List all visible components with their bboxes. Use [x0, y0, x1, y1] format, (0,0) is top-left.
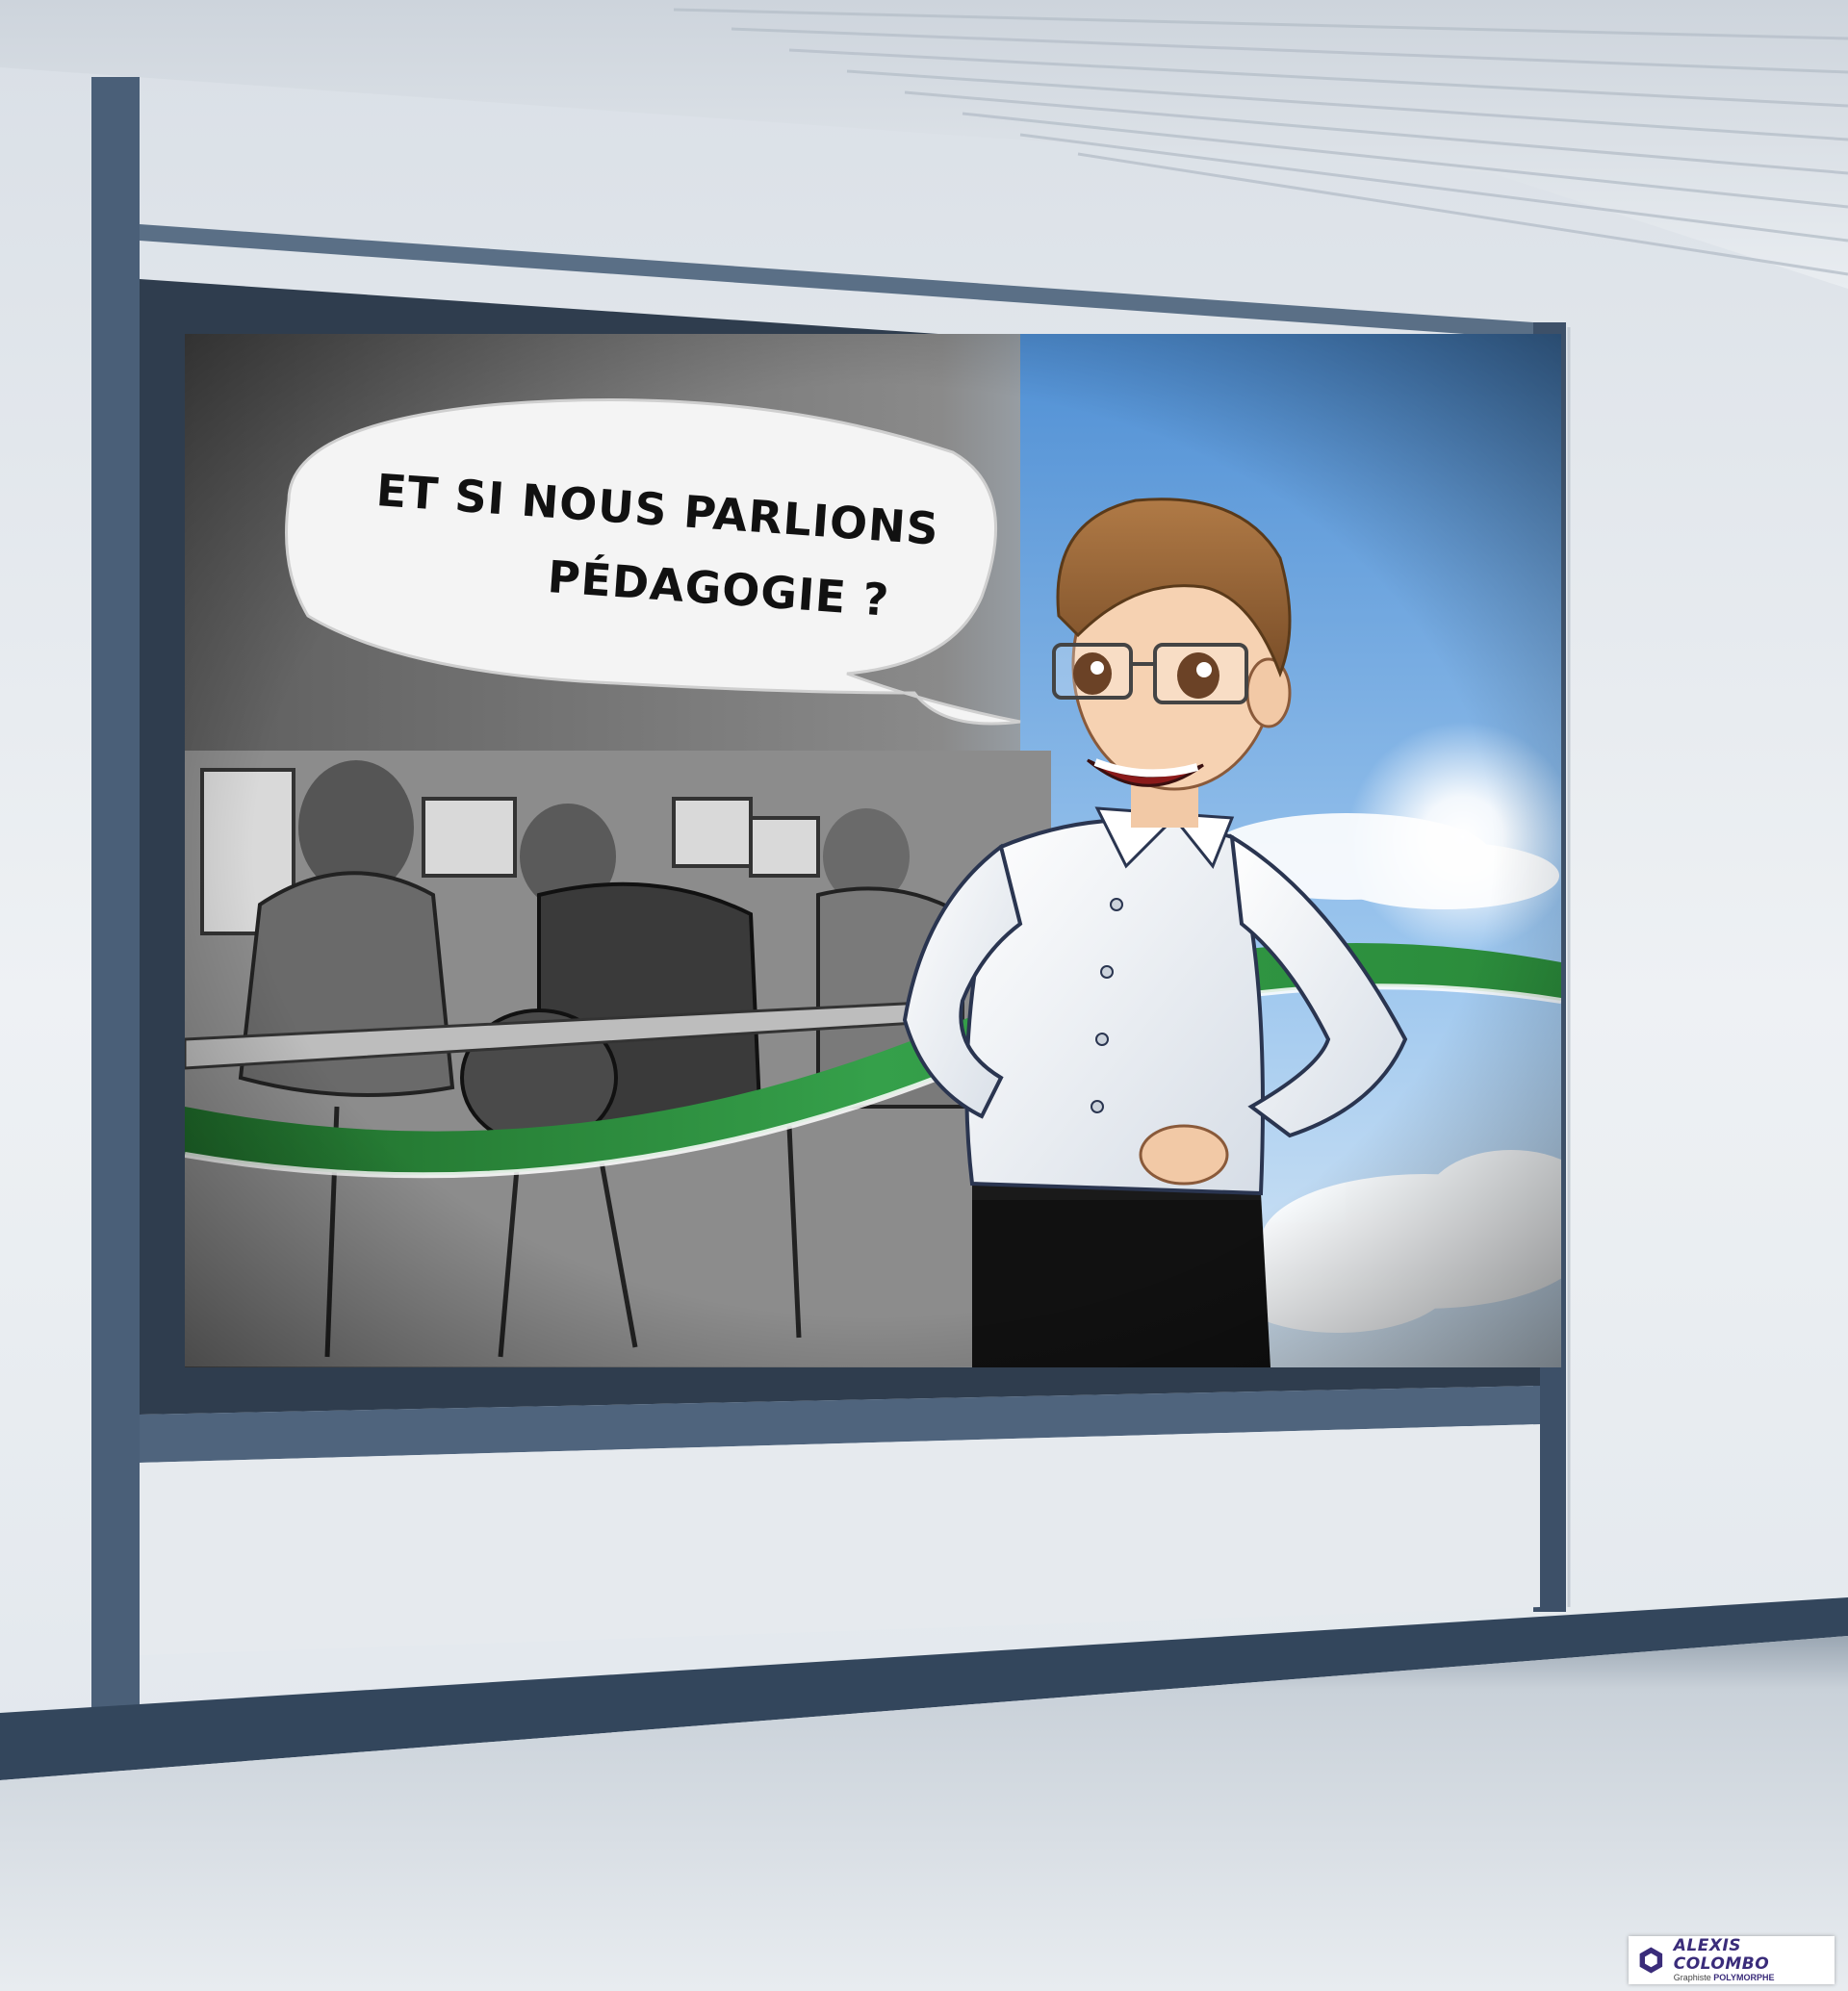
credit-role: Graphiste POLYMORPHE — [1673, 1972, 1827, 1983]
left-column — [91, 77, 140, 1713]
credit-role-prefix: Graphiste — [1673, 1972, 1711, 1982]
billboard-scene: ET SI NOUS PARLIONS PÉDAGOGIE ? — [0, 0, 1848, 1991]
hexagon-logo-icon — [1639, 1947, 1663, 1974]
credit-role-highlight: POLYMORPHE — [1713, 1972, 1775, 1982]
credit-name: ALEXIS COLOMBO — [1673, 1936, 1770, 1975]
credit-badge: ALEXIS COLOMBO Graphiste POLYMORPHE — [1629, 1936, 1835, 1984]
